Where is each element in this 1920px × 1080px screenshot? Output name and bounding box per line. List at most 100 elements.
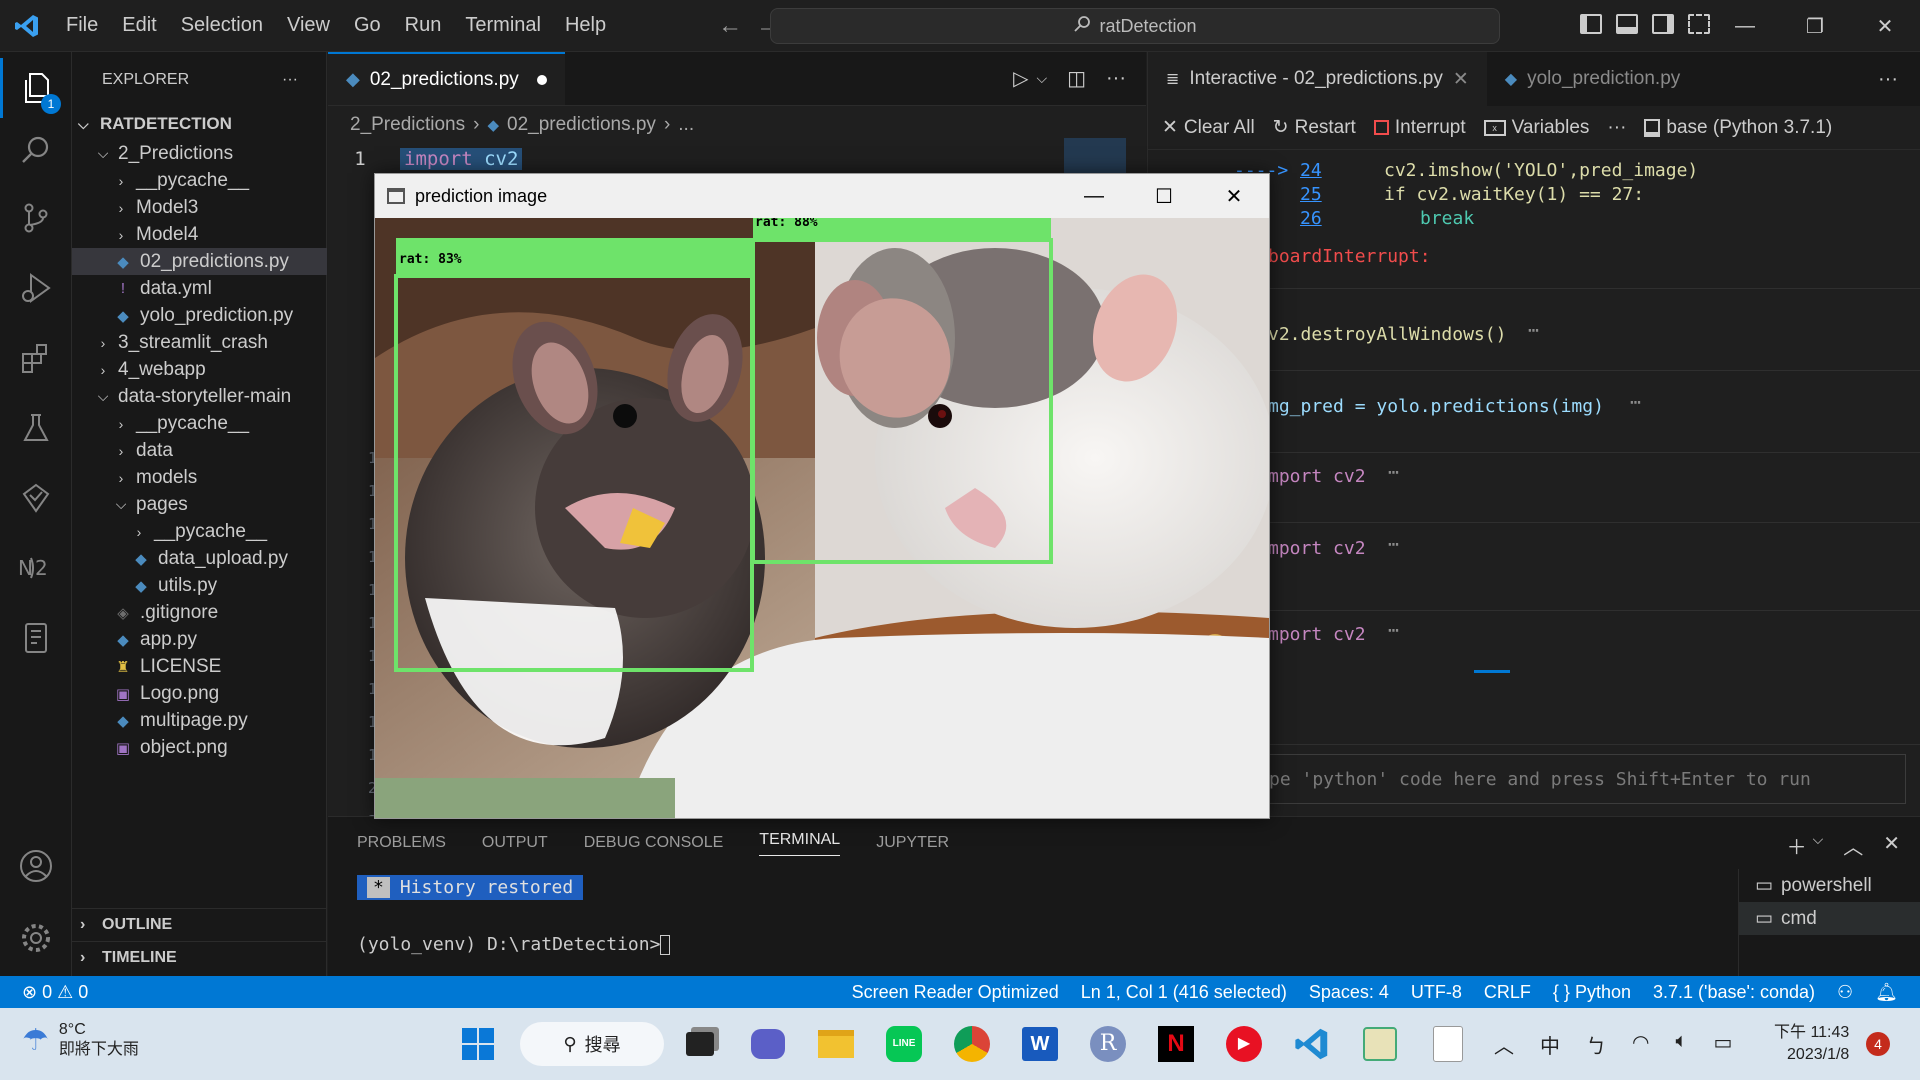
tree-item-python-file[interactable]: ◆ data_upload.py <box>72 545 327 572</box>
testing-icon[interactable] <box>0 398 72 458</box>
tree-item-folder[interactable]: › __pycache__ <box>72 410 327 437</box>
menu-terminal[interactable]: Terminal <box>453 14 553 37</box>
tree-item-python-file[interactable]: ◆ app.py <box>72 626 327 653</box>
netflix-icon[interactable]: N <box>1152 1020 1200 1068</box>
cell-import-3[interactable]: mport cv2 <box>1268 624 1366 645</box>
tree-item-folder[interactable]: › __pycache__ <box>72 167 327 194</box>
collapsed-more-icon[interactable]: ⋯ <box>1388 534 1399 555</box>
breadcrumb-more[interactable]: ... <box>678 114 694 136</box>
interactive-more-icon[interactable]: ··· <box>1878 52 1920 106</box>
breadcrumb-file[interactable]: 02_predictions.py <box>507 114 656 136</box>
settings-gear-icon[interactable] <box>0 908 72 968</box>
toggle-secondary-sidebar-icon[interactable] <box>1652 14 1674 34</box>
variables-button[interactable]: x Variables <box>1483 117 1589 139</box>
customize-layout-icon[interactable] <box>1688 14 1710 34</box>
terminal-powershell[interactable]: ▭ powershell <box>1739 869 1920 902</box>
tree-item-image-file[interactable]: ▣ Logo.png <box>72 680 327 707</box>
taskbar-search[interactable]: ⚲ 搜尋 <box>520 1022 664 1066</box>
chevron-up-icon[interactable]: ︿ <box>1494 1030 1514 1059</box>
cell-destroy-windows[interactable]: v2.destroyAllWindows() <box>1268 324 1506 345</box>
tree-item-folder[interactable]: › __pycache__ <box>72 518 327 545</box>
tree-item-folder[interactable]: ⌵ 2_Predictions <box>72 140 327 167</box>
tree-item-python-file[interactable]: ◆ utils.py <box>72 572 327 599</box>
maximize-panel-icon[interactable]: ︿ <box>1843 831 1863 860</box>
media-player-icon[interactable]: ▶ <box>1220 1020 1268 1068</box>
tree-item-image-file[interactable]: ▣ object.png <box>72 734 327 761</box>
notifications-bell-icon[interactable]: 🔔︎ <box>1864 982 1920 1003</box>
collapsed-more-icon[interactable]: ⋯ <box>1388 620 1399 641</box>
new-terminal-icon[interactable]: ＋ <box>1787 831 1807 860</box>
back-arrow-icon[interactable]: ← <box>718 12 742 40</box>
encoding-status[interactable]: UTF-8 <box>1400 982 1473 1003</box>
weather-widget[interactable]: ☂ 8°C 即將下大雨 <box>22 1020 139 1060</box>
notification-count-badge[interactable]: 4 <box>1866 1032 1890 1056</box>
menu-selection[interactable]: Selection <box>169 14 275 37</box>
close-panel-icon[interactable]: ✕ <box>1883 831 1900 860</box>
terminal-dropdown-icon[interactable]: ⌵ <box>1813 831 1824 860</box>
clear-all-button[interactable]: ✕ Clear All <box>1162 116 1255 139</box>
r-app-icon[interactable]: R <box>1084 1020 1132 1068</box>
workspace-root[interactable]: ⌵ RATDETECTION <box>72 108 326 140</box>
remote-explorer-icon[interactable] <box>0 468 72 528</box>
run-icon[interactable]: ▷ <box>1013 66 1028 91</box>
word-icon[interactable]: W <box>1016 1020 1064 1068</box>
tree-item-python-file[interactable]: ◆ yolo_prediction.py <box>72 302 327 329</box>
account-icon[interactable] <box>0 836 72 896</box>
unsaved-dot-icon[interactable] <box>536 74 547 85</box>
menu-go[interactable]: Go <box>342 14 393 37</box>
tree-item-folder[interactable]: › Model4 <box>72 221 327 248</box>
cell-import-2[interactable]: mport cv2 <box>1268 538 1366 559</box>
tab-terminal[interactable]: TERMINAL <box>759 831 841 856</box>
screen-reader-status[interactable]: Screen Reader Optimized <box>841 982 1070 1003</box>
battery-icon[interactable]: ▭ <box>1713 1030 1732 1059</box>
tree-item-python-file[interactable]: ◆ multipage.py <box>72 707 327 734</box>
tree-item-folder[interactable]: › 3_streamlit_crash <box>72 329 327 356</box>
image-viewer-icon[interactable] <box>1424 1020 1472 1068</box>
command-center-search[interactable]: ratDetection <box>770 8 1500 44</box>
tree-item-folder[interactable]: › Model3 <box>72 194 327 221</box>
task-view-icon[interactable] <box>676 1020 724 1068</box>
indentation-status[interactable]: Spaces: 4 <box>1298 982 1400 1003</box>
source-control-icon[interactable] <box>0 188 72 248</box>
teams-chat-icon[interactable] <box>744 1020 792 1068</box>
traceback-line-25[interactable]: 25 <box>1300 184 1322 205</box>
restart-button[interactable]: ↻ Restart <box>1273 116 1356 139</box>
collapsed-more-icon[interactable]: ⋯ <box>1388 462 1399 483</box>
cell-import-1[interactable]: mport cv2 <box>1268 466 1366 487</box>
eol-status[interactable]: CRLF <box>1473 982 1542 1003</box>
minimize-icon[interactable]: — <box>1710 0 1780 52</box>
collapsed-more-icon[interactable]: ⋯ <box>1630 392 1641 413</box>
prediction-image-window[interactable]: prediction image — ☐ ✕ rat: 83% rat: 88% <box>374 173 1270 819</box>
editor-more-icon[interactable]: ··· <box>1106 67 1126 90</box>
close-icon[interactable]: ✕ <box>1850 0 1920 52</box>
tree-item-folder[interactable]: › 4_webapp <box>72 356 327 383</box>
run-dropdown-icon[interactable]: ⌵ <box>1036 70 1047 87</box>
jupyter-icon[interactable]: N2 <box>0 538 72 598</box>
search-view-icon[interactable] <box>0 120 72 180</box>
chrome-icon[interactable] <box>948 1020 996 1068</box>
interrupt-button[interactable]: Interrupt <box>1373 117 1466 139</box>
tab-yolo-prediction[interactable]: ◆ yolo_prediction.py <box>1487 52 1698 106</box>
code-line-1[interactable]: 1 import cv2 <box>328 144 523 174</box>
volume-icon[interactable]: 🔈︎ <box>1675 1030 1687 1059</box>
split-editor-icon[interactable]: ◫ <box>1067 66 1086 91</box>
notebook-icon[interactable] <box>0 608 72 668</box>
language-mode[interactable]: { } Python <box>1542 982 1642 1003</box>
tab-interactive[interactable]: ≣ Interactive - 02_predictions.py ✕ <box>1148 52 1487 106</box>
toggle-sidebar-icon[interactable] <box>1580 14 1602 34</box>
live-share-icon[interactable]: ⚇ <box>1826 982 1864 1003</box>
menu-edit[interactable]: Edit <box>110 14 168 37</box>
tab-02-predictions[interactable]: ◆ 02_predictions.py <box>328 52 565 105</box>
ime-indicator[interactable]: 中 <box>1540 1030 1560 1059</box>
cell-predictions[interactable]: mg_pred = yolo.predictions(img) <box>1268 396 1604 417</box>
traceback-line-24[interactable]: 24 <box>1300 160 1322 181</box>
tab-debug-console[interactable]: DEBUG CONSOLE <box>584 834 724 852</box>
close-icon[interactable]: ✕ <box>1199 174 1269 218</box>
tab-problems[interactable]: PROBLEMS <box>357 834 446 852</box>
tree-item-yaml-file[interactable]: ! data.yml <box>72 275 327 302</box>
explorer-more-icon[interactable]: ··· <box>282 71 298 89</box>
terminal-output[interactable]: * History restored (yolo_venv) D:\ratDete… <box>357 875 671 955</box>
tree-item-folder[interactable]: › models <box>72 464 327 491</box>
tab-jupyter[interactable]: JUPYTER <box>876 834 949 852</box>
file-explorer-icon[interactable] <box>812 1020 860 1068</box>
